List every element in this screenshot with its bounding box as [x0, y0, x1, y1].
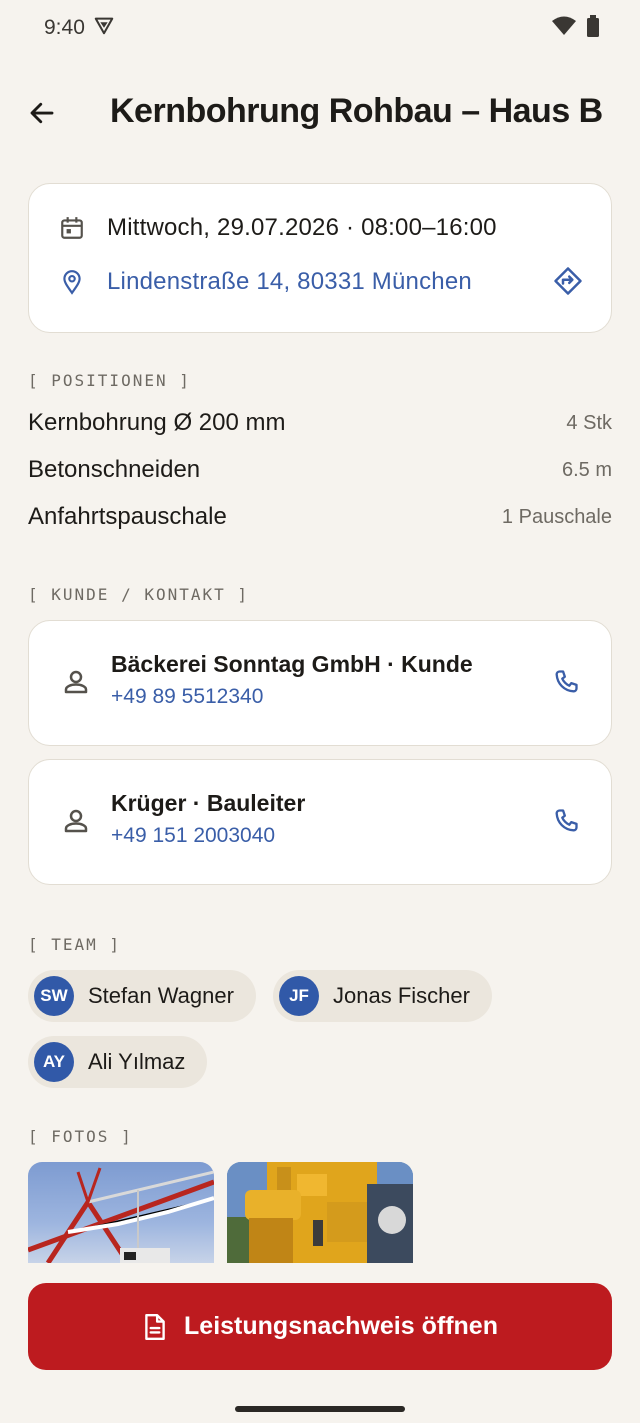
- position-row: Betonschneiden 6.5 m: [28, 450, 612, 490]
- positions-section-label: [ POSITIONEN ]: [28, 371, 191, 390]
- team-member-name: Jonas Fischer: [333, 983, 470, 1008]
- position-name: Kernbohrung Ø 200 mm: [28, 409, 286, 436]
- contact-card-site-manager[interactable]: Krüger · Bauleiter +49 151 2003040: [28, 759, 612, 885]
- document-icon: [145, 1313, 165, 1340]
- position-qty: 1 Pauschale: [501, 505, 612, 528]
- arrow-back-icon: [30, 102, 54, 124]
- date-time-text: Mittwoch, 29.07.2026 · 08:00–16:00: [107, 214, 497, 241]
- contact-card-customer[interactable]: Bäckerei Sonntag GmbH · Kunde +49 89 551…: [28, 620, 612, 746]
- contact-name: Krüger · Bauleiter: [111, 790, 306, 816]
- phone-icon: [555, 809, 578, 832]
- status-time: 9:40: [44, 16, 85, 39]
- location-pin-icon: [63, 270, 81, 295]
- job-info-card: Mittwoch, 29.07.2026 · 08:00–16:00 Linde…: [28, 183, 612, 333]
- crane-photo: [28, 1167, 214, 1263]
- call-button[interactable]: [549, 804, 583, 838]
- address-row[interactable]: Lindenstraße 14, 80331 München: [59, 268, 472, 296]
- avatar: SW: [34, 976, 74, 1016]
- phone-icon: [555, 670, 578, 693]
- contacts-section-label: [ KUNDE / KONTAKT ]: [28, 585, 250, 604]
- position-row: Kernbohrung Ø 200 mm 4 Stk: [28, 403, 612, 443]
- status-left: 9:40: [44, 14, 115, 42]
- battery-icon: [586, 14, 600, 42]
- avatar: AY: [34, 1042, 74, 1082]
- directions-icon: [554, 267, 582, 295]
- team-member-name: Stefan Wagner: [88, 983, 234, 1008]
- person-icon: [64, 809, 88, 833]
- home-indicator[interactable]: [235, 1406, 405, 1412]
- directions-button[interactable]: [551, 264, 585, 298]
- team-member-chip[interactable]: SW Stefan Wagner: [28, 970, 256, 1022]
- position-name: Betonschneiden: [28, 456, 201, 483]
- team-member-name: Ali Yılmaz: [88, 1049, 186, 1074]
- wifi-icon: [552, 16, 576, 41]
- position-name: Anfahrtspauschale: [28, 503, 227, 530]
- vpn-shield-icon: [93, 14, 115, 42]
- status-bar: 9:40: [0, 0, 640, 56]
- back-button[interactable]: [18, 89, 66, 137]
- photos-section-label: [ FOTOS ]: [28, 1127, 133, 1146]
- photo-thumbnail-drill-rig[interactable]: [227, 1162, 413, 1263]
- contact-name: Bäckerei Sonntag GmbH · Kunde: [111, 651, 473, 677]
- drill-rig-photo: [227, 1162, 413, 1263]
- contact-phone[interactable]: +49 89 5512340: [111, 685, 263, 709]
- page-title: Kernbohrung Rohbau – Haus B: [110, 92, 603, 130]
- contact-phone[interactable]: +49 151 2003040: [111, 824, 275, 848]
- person-icon: [64, 670, 88, 694]
- open-proof-of-work-button[interactable]: Leistungsnachweis öffnen: [28, 1283, 612, 1370]
- team-section-label: [ TEAM ]: [28, 935, 122, 954]
- calendar-icon: [61, 217, 83, 239]
- address-link[interactable]: Lindenstraße 14, 80331 München: [107, 268, 472, 296]
- status-right: [552, 14, 600, 42]
- position-row: Anfahrtspauschale 1 Pauschale: [28, 497, 612, 537]
- position-qty: 6.5 m: [561, 458, 612, 481]
- team-member-chip[interactable]: JF Jonas Fischer: [273, 970, 492, 1022]
- photo-thumbnail-crane[interactable]: [28, 1162, 214, 1263]
- position-qty: 4 Stk: [566, 411, 612, 434]
- cta-label: Leistungsnachweis öffnen: [184, 1312, 498, 1340]
- call-button[interactable]: [549, 665, 583, 699]
- date-row: Mittwoch, 29.07.2026 · 08:00–16:00: [59, 214, 497, 242]
- avatar: JF: [279, 976, 319, 1016]
- app-bar: Kernbohrung Rohbau – Haus B: [0, 80, 640, 146]
- team-member-chip[interactable]: AY Ali Yılmaz: [28, 1036, 208, 1088]
